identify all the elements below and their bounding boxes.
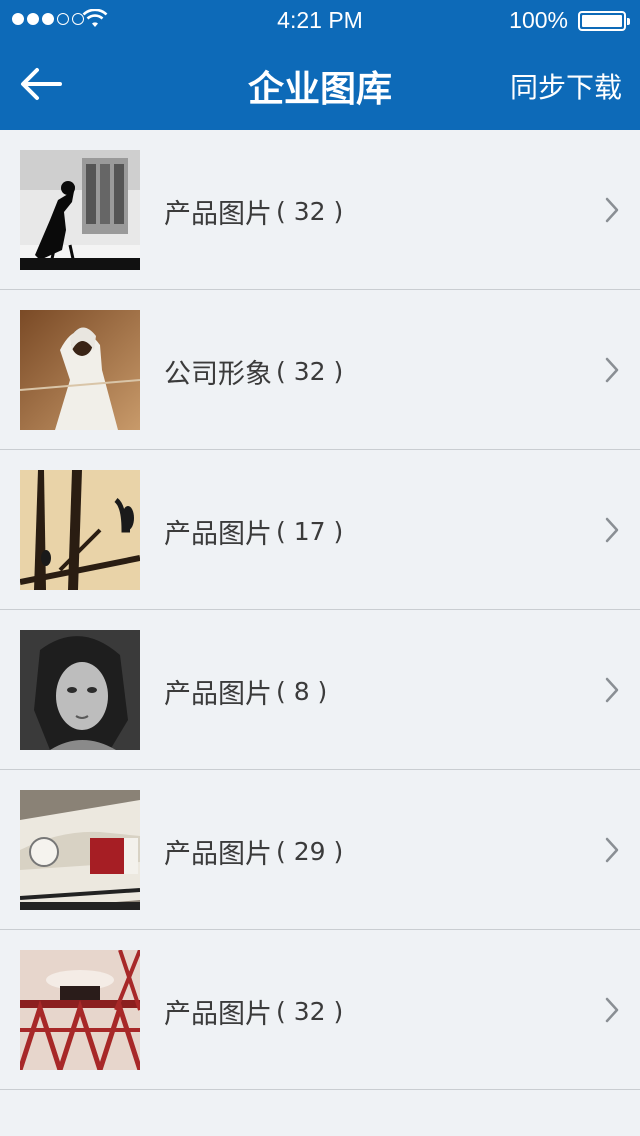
album-row[interactable]: 产品图片 ( 32 )	[0, 930, 640, 1090]
chevron-right-icon	[605, 677, 619, 703]
album-thumbnail	[20, 950, 140, 1070]
chevron-right-icon	[605, 997, 619, 1023]
album-label: 公司形象 ( 32 )	[164, 352, 343, 391]
album-name: 产品图片	[164, 999, 272, 1030]
album-label: 产品图片 ( 17 )	[164, 512, 343, 551]
status-bar: 4:21 PM 100%	[0, 0, 640, 40]
album-count: ( 32 )	[276, 357, 344, 386]
album-count: ( 32 )	[276, 197, 344, 226]
chevron-right-icon	[605, 517, 619, 543]
album-count: ( 8 )	[276, 677, 328, 706]
sync-download-button[interactable]: 同步下载	[510, 66, 622, 106]
album-name: 产品图片	[164, 679, 272, 710]
album-thumbnail	[20, 630, 140, 750]
album-label: 产品图片 ( 8 )	[164, 672, 327, 711]
chevron-right-icon	[605, 837, 619, 863]
battery-icon	[578, 11, 630, 31]
album-count: ( 17 )	[276, 517, 344, 546]
album-count: ( 29 )	[276, 837, 344, 866]
chevron-right-icon	[605, 197, 619, 223]
app-header: 4:21 PM 100% 企业图库 同步下载	[0, 0, 640, 130]
album-thumbnail	[20, 150, 140, 270]
album-label: 产品图片 ( 32 )	[164, 992, 343, 1031]
album-name: 产品图片	[164, 839, 272, 870]
album-name: 产品图片	[164, 199, 272, 230]
album-name: 公司形象	[164, 359, 272, 390]
album-row[interactable]: 公司形象 ( 32 )	[0, 290, 640, 450]
album-row[interactable]: 产品图片 ( 29 )	[0, 770, 640, 930]
album-label: 产品图片 ( 32 )	[164, 192, 343, 231]
album-row[interactable]: 产品图片 ( 17 )	[0, 450, 640, 610]
album-row[interactable]: 产品图片 ( 8 )	[0, 610, 640, 770]
album-thumbnail	[20, 470, 140, 590]
album-row[interactable]: 产品图片 ( 32 )	[0, 130, 640, 290]
album-count: ( 32 )	[276, 997, 344, 1026]
album-thumbnail	[20, 310, 140, 430]
album-thumbnail	[20, 790, 140, 910]
album-name: 产品图片	[164, 519, 272, 550]
album-list: 产品图片 ( 32 ) 公司形象 ( 32 ) 产品图片 (17) 产品图片…	[0, 130, 640, 1090]
battery-percentage: 100%	[509, 7, 568, 33]
chevron-right-icon	[605, 357, 619, 383]
album-label: 产品图片 ( 29 )	[164, 832, 343, 871]
